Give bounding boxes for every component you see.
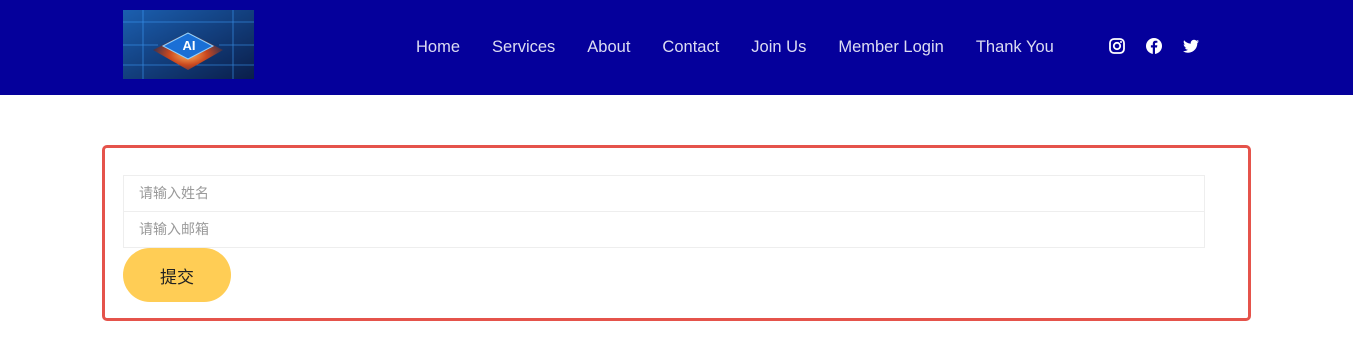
email-input[interactable] [123, 211, 1205, 248]
social-links [1108, 36, 1200, 56]
facebook-icon[interactable] [1145, 37, 1163, 55]
submit-button[interactable]: 提交 [123, 248, 231, 302]
name-input[interactable] [123, 175, 1205, 212]
nav-services[interactable]: Services [492, 38, 555, 57]
instagram-icon[interactable] [1108, 37, 1126, 55]
nav-contact[interactable]: Contact [662, 38, 719, 57]
main-nav: Home Services About Contact Join Us Memb… [400, 0, 1070, 95]
twitter-icon[interactable] [1182, 37, 1200, 55]
logo-image[interactable]: AI [123, 10, 254, 79]
signup-form: 提交 [102, 145, 1251, 321]
site-header: AI Home Services About Contact Join Us M… [0, 0, 1353, 95]
logo-text: AI [183, 38, 196, 53]
nav-home[interactable]: Home [416, 38, 460, 57]
nav-join-us[interactable]: Join Us [751, 38, 806, 57]
nav-member-login[interactable]: Member Login [838, 38, 943, 57]
nav-thank-you[interactable]: Thank You [976, 38, 1054, 57]
nav-about[interactable]: About [587, 38, 630, 57]
